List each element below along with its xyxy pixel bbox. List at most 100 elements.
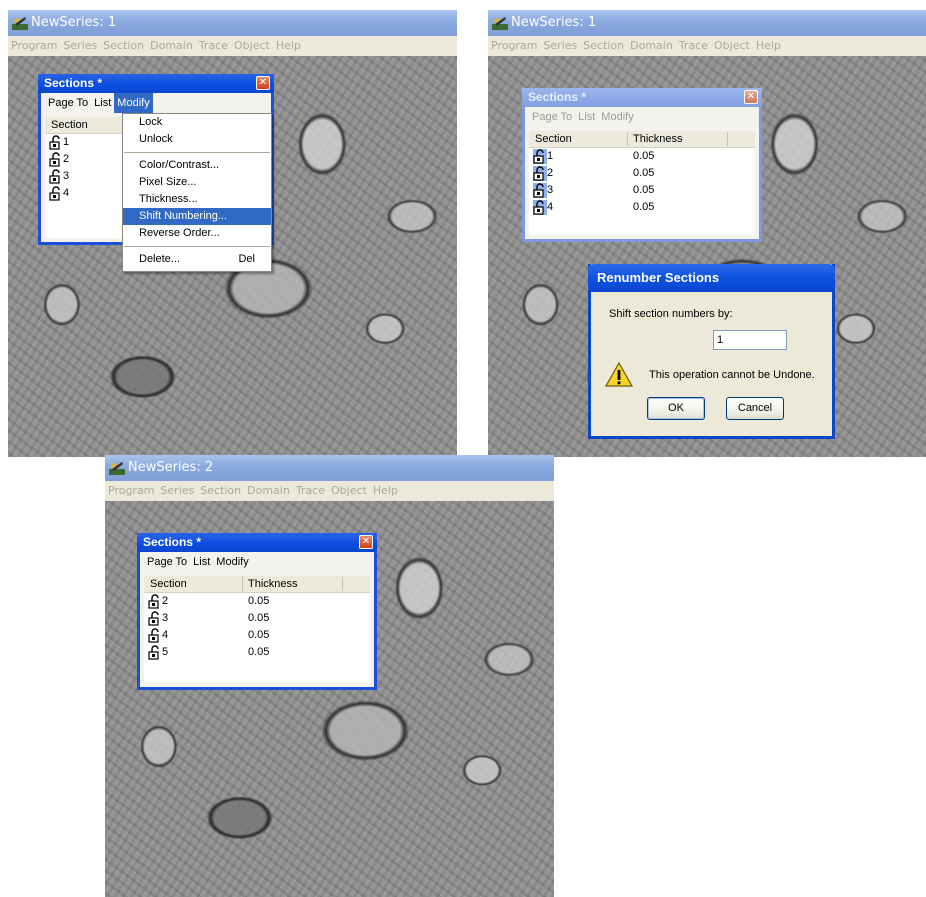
list-item[interactable]: 2 0.05 <box>529 165 755 182</box>
menu-help[interactable]: Help <box>276 39 301 52</box>
menu-trace[interactable]: Trace <box>296 484 325 497</box>
column-divider[interactable] <box>727 132 728 146</box>
menu-object[interactable]: Object <box>714 39 750 52</box>
menu-page-to[interactable]: Page To <box>529 107 575 127</box>
unlock-icon <box>49 152 60 167</box>
close-icon[interactable]: ✕ <box>359 535 373 549</box>
unlock-icon <box>533 166 547 181</box>
menu-modify[interactable]: Modify <box>598 107 636 127</box>
section-number: 4 <box>162 629 169 641</box>
unlock-icon <box>533 183 547 198</box>
menu-item-unlock[interactable]: Unlock <box>123 131 271 148</box>
column-section[interactable]: Section <box>535 131 572 148</box>
close-icon[interactable]: ✕ <box>744 90 758 104</box>
sections-list: Section Thickness 2 0.05 3 0.05 4 0.05 5 0.0… <box>144 576 370 683</box>
app-icon <box>12 17 28 30</box>
sections-window-titlebar[interactable]: Sections * ✕ <box>522 88 762 107</box>
sections-list: Section Thickness 1 0.05 2 0.05 3 0.05 4 0.0… <box>529 131 755 235</box>
sections-window-title: Sections * <box>44 76 103 90</box>
list-item[interactable]: 5 0.05 <box>144 644 370 661</box>
cancel-button[interactable]: Cancel <box>726 397 784 420</box>
section-thickness: 0.05 <box>633 201 655 213</box>
menu-section[interactable]: Section <box>103 39 144 52</box>
list-item[interactable]: 2 0.05 <box>144 593 370 610</box>
menu-section[interactable]: Section <box>200 484 241 497</box>
menu-item-color-contrast[interactable]: Color/Contrast... <box>123 157 271 174</box>
list-item[interactable]: 3 0.05 <box>144 610 370 627</box>
app-menubar: Program Series Section Domain Trace Object Hel… <box>8 36 457 56</box>
shift-amount-input[interactable] <box>713 330 787 350</box>
dialog-titlebar[interactable]: Renumber Sections <box>588 264 835 292</box>
menu-domain[interactable]: Domain <box>150 39 193 52</box>
menu-series[interactable]: Series <box>543 39 577 52</box>
menu-list[interactable]: List <box>190 552 213 572</box>
menu-list[interactable]: List <box>91 93 114 113</box>
section-thickness: 0.05 <box>633 150 655 162</box>
app-window-3: NewSeries: 2 Program Series Section Domain T… <box>105 455 554 897</box>
menu-item-shift-numbering[interactable]: Shift Numbering... <box>123 208 271 225</box>
menu-item-delete-label: Delete... <box>139 253 180 265</box>
menu-trace[interactable]: Trace <box>679 39 708 52</box>
menu-program[interactable]: Program <box>11 39 57 52</box>
app-window-1: NewSeries: 1 Program Series Section Domain T… <box>8 10 457 457</box>
menu-item-delete[interactable]: Delete... Del <box>123 251 271 268</box>
menu-domain[interactable]: Domain <box>630 39 673 52</box>
sections-window-titlebar[interactable]: Sections * ✕ <box>137 533 377 552</box>
section-thickness: 0.05 <box>248 612 270 624</box>
warning-text: This operation cannot be Undone. <box>649 369 815 381</box>
list-item[interactable]: 4 0.05 <box>529 199 755 216</box>
menu-help[interactable]: Help <box>373 484 398 497</box>
unlock-icon <box>148 594 159 609</box>
list-item[interactable]: 4 0.05 <box>144 627 370 644</box>
menu-list[interactable]: List <box>575 107 598 127</box>
menu-item-thickness[interactable]: Thickness... <box>123 191 271 208</box>
list-item[interactable]: 1 0.05 <box>529 148 755 165</box>
list-item[interactable]: 3 0.05 <box>529 182 755 199</box>
menu-modify[interactable]: Modify <box>213 552 251 572</box>
column-divider[interactable] <box>342 577 343 591</box>
app-title: NewSeries: 1 <box>31 15 117 30</box>
menu-item-reverse-order[interactable]: Reverse Order... <box>123 225 271 242</box>
menu-separator <box>124 152 270 153</box>
menu-item-lock[interactable]: Lock <box>123 114 271 131</box>
app-titlebar[interactable]: NewSeries: 2 <box>105 455 554 481</box>
section-number: 3 <box>162 612 169 624</box>
column-divider[interactable] <box>242 577 243 591</box>
menu-program[interactable]: Program <box>491 39 537 52</box>
sections-window-menubar: Page To List Modify <box>525 107 759 127</box>
list-header: Section Thickness <box>529 131 755 148</box>
close-icon[interactable]: ✕ <box>256 76 270 90</box>
column-divider[interactable] <box>627 132 628 146</box>
sections-window-titlebar[interactable]: Sections * ✕ <box>38 74 274 93</box>
menu-section[interactable]: Section <box>583 39 624 52</box>
menu-separator <box>124 246 270 247</box>
section-thickness: 0.05 <box>248 646 270 658</box>
unlock-icon <box>148 628 159 643</box>
column-thickness[interactable]: Thickness <box>633 131 683 148</box>
menu-object[interactable]: Object <box>331 484 367 497</box>
menu-page-to[interactable]: Page To <box>45 93 91 113</box>
menu-page-to[interactable]: Page To <box>144 552 190 572</box>
ok-button[interactable]: OK <box>647 397 705 420</box>
menu-modify[interactable]: Modify <box>114 93 153 113</box>
menu-help[interactable]: Help <box>756 39 781 52</box>
menu-item-pixel-size[interactable]: Pixel Size... <box>123 174 271 191</box>
app-titlebar[interactable]: NewSeries: 1 <box>8 10 457 36</box>
menu-object[interactable]: Object <box>234 39 270 52</box>
column-section[interactable]: Section <box>51 117 88 134</box>
menu-domain[interactable]: Domain <box>247 484 290 497</box>
app-titlebar[interactable]: NewSeries: 1 <box>488 10 926 36</box>
menu-program[interactable]: Program <box>108 484 154 497</box>
column-section[interactable]: Section <box>150 576 187 593</box>
modify-dropdown-menu: Lock Unlock Color/Contrast... Pixel Size… <box>122 113 272 272</box>
section-number: 5 <box>162 646 169 658</box>
sections-window: Sections * ✕ Page To List Modify Section T… <box>137 533 377 690</box>
column-thickness[interactable]: Thickness <box>248 576 298 593</box>
menu-series[interactable]: Series <box>160 484 194 497</box>
unlock-icon <box>148 611 159 626</box>
menu-series[interactable]: Series <box>63 39 97 52</box>
sections-window: Sections * ✕ Page To List Modify Section T… <box>522 88 762 242</box>
sections-window-menubar: Page To List Modify <box>41 93 271 113</box>
menu-trace[interactable]: Trace <box>199 39 228 52</box>
section-number: 4 <box>547 201 554 213</box>
